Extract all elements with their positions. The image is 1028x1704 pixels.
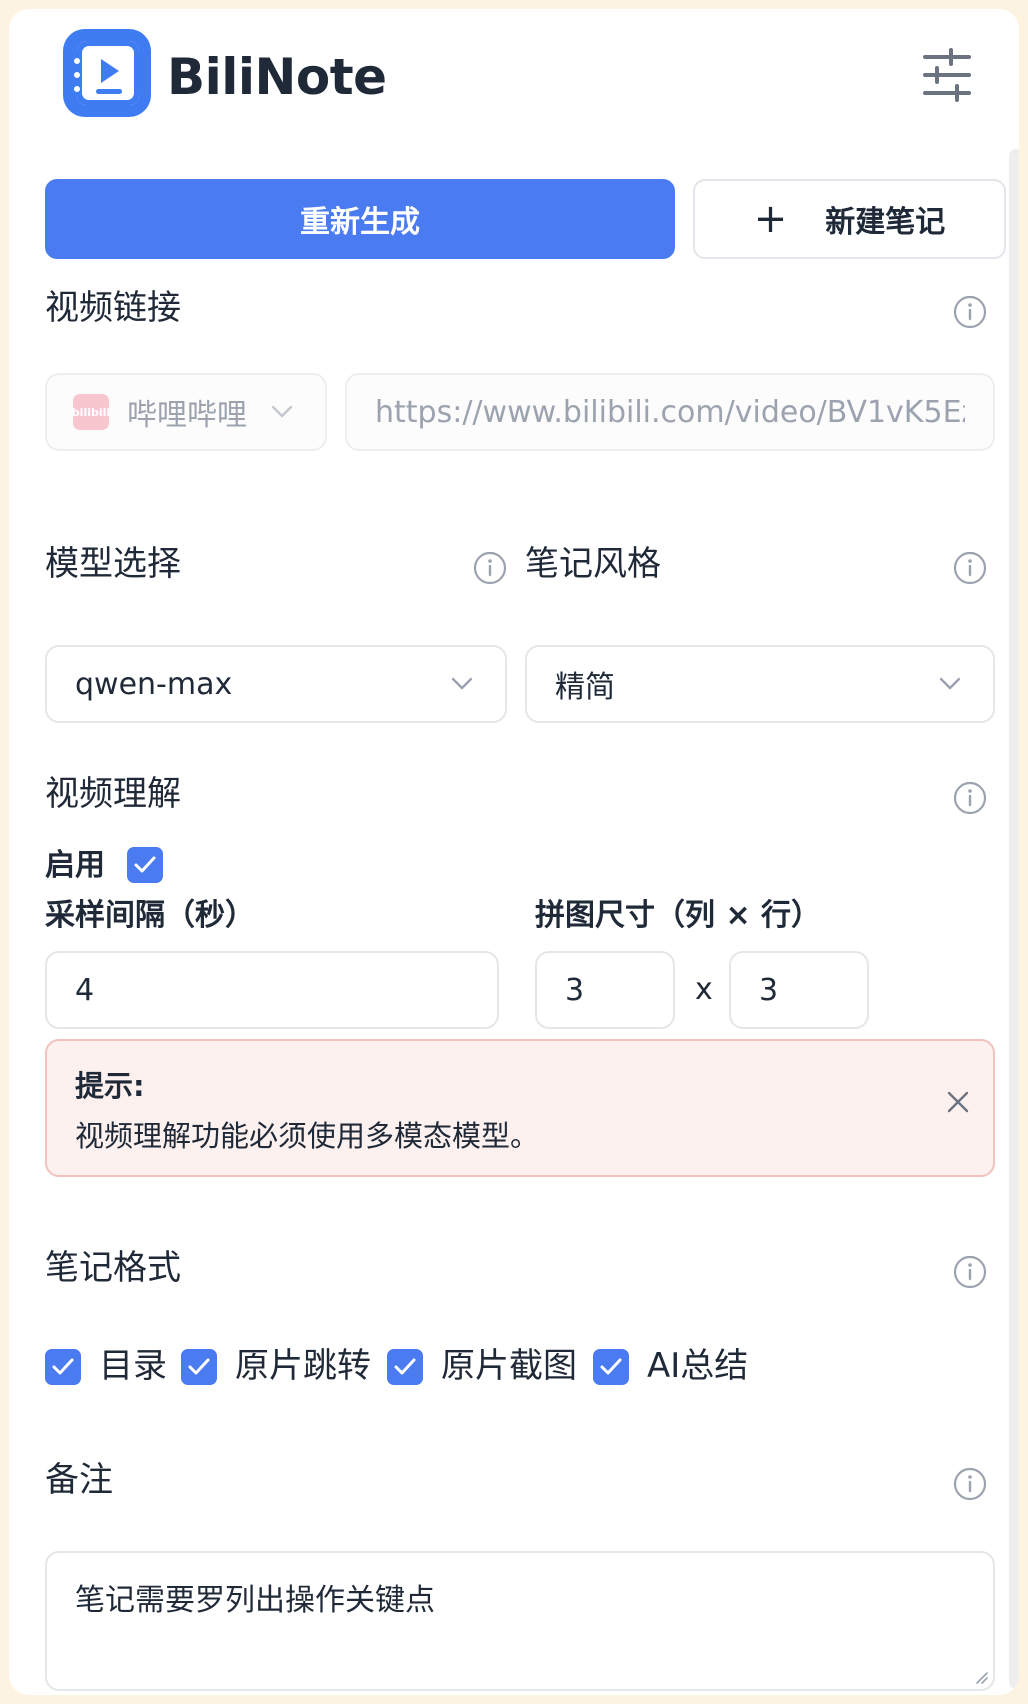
grid-rows-input[interactable]: 3 (729, 951, 869, 1029)
sampling-interval-input[interactable]: 4 (45, 951, 499, 1029)
remarks-label: 备注 (45, 1460, 113, 1500)
enable-label: 启用 (45, 848, 105, 883)
check-icon (600, 1358, 622, 1375)
info-circle-icon[interactable] (473, 551, 507, 585)
platform-value: 哔哩哔哩 (127, 398, 247, 433)
sampling-interval-value: 4 (75, 972, 95, 1008)
toc-option-label[interactable]: 目录 (99, 1345, 167, 1387)
grid-times-sign: x (695, 972, 713, 1007)
grid-size-label: 拼图尺寸（列 × 行） (535, 898, 822, 933)
check-icon (188, 1358, 210, 1375)
panel-scrollbar[interactable] (1009, 149, 1019, 1689)
jump-link-option-label[interactable]: 原片跳转 (235, 1345, 371, 1387)
screenshot-option-label[interactable]: 原片截图 (441, 1345, 577, 1387)
note-format-label: 笔记格式 (45, 1248, 181, 1288)
alert-body: 视频理解功能必须使用多模态模型。 (75, 1119, 540, 1153)
close-icon[interactable] (945, 1089, 971, 1115)
multimodal-hint-alert: 提示: 视频理解功能必须使用多模态模型。 (45, 1039, 995, 1177)
info-circle-icon[interactable] (953, 551, 987, 585)
chevron-down-icon (939, 677, 961, 690)
grid-rows-value: 3 (759, 972, 779, 1008)
bilinote-logo-icon (63, 29, 151, 117)
check-icon (134, 856, 156, 873)
info-circle-icon[interactable] (953, 781, 987, 815)
model-select-label: 模型选择 (45, 544, 181, 584)
note-style-label: 笔记风格 (525, 544, 661, 584)
bilibili-logo-icon: bilibili (72, 394, 110, 430)
new-note-button[interactable]: + 新建笔记 (693, 179, 1006, 259)
video-link-label: 视频链接 (45, 288, 181, 328)
grid-cols-value: 3 (565, 972, 585, 1008)
remarks-value: 笔记需要罗列出操作关键点 (75, 1583, 435, 1618)
grid-cols-input[interactable]: 3 (535, 951, 675, 1029)
model-select[interactable]: qwen-max (45, 645, 507, 723)
new-note-label: 新建笔记 (825, 205, 946, 240)
check-icon (52, 1358, 74, 1375)
sliders-icon[interactable] (921, 47, 973, 103)
chevron-down-icon (271, 405, 293, 418)
remarks-textarea[interactable]: 笔记需要罗列出操作关键点 (45, 1551, 995, 1691)
toc-checkbox[interactable] (45, 1349, 81, 1385)
sampling-interval-label: 采样间隔（秒） (45, 898, 255, 933)
chevron-down-icon (451, 677, 473, 690)
note-style-value: 精简 (555, 670, 615, 705)
video-understanding-label: 视频理解 (45, 774, 181, 814)
note-style-select[interactable]: 精简 (525, 645, 995, 723)
check-icon (394, 1358, 416, 1375)
regenerate-button[interactable]: 重新生成 (45, 179, 675, 259)
app-title: BiliNote (167, 48, 387, 106)
plus-icon: + (753, 196, 788, 242)
note-settings-panel: BiliNote 重新生成 + 新建笔记 视频链接 bilibili 哔哩哔哩 … (9, 9, 1019, 1695)
ai-summary-option-label[interactable]: AI总结 (647, 1345, 748, 1387)
screenshot-checkbox[interactable] (387, 1349, 423, 1385)
jump-link-checkbox[interactable] (181, 1349, 217, 1385)
model-value: qwen-max (75, 666, 233, 702)
enable-checkbox[interactable] (127, 847, 163, 883)
info-circle-icon[interactable] (953, 1467, 987, 1501)
video-url-input[interactable]: https://www.bilibili.com/video/BV1vK5Ezw (345, 373, 995, 451)
resize-handle-icon[interactable] (973, 1669, 989, 1685)
platform-select[interactable]: bilibili 哔哩哔哩 (45, 373, 327, 451)
ai-summary-checkbox[interactable] (593, 1349, 629, 1385)
video-url-value: https://www.bilibili.com/video/BV1vK5Ezw (375, 394, 965, 430)
info-circle-icon[interactable] (953, 1255, 987, 1289)
info-circle-icon[interactable] (953, 295, 987, 329)
alert-title: 提示: (75, 1069, 145, 1103)
